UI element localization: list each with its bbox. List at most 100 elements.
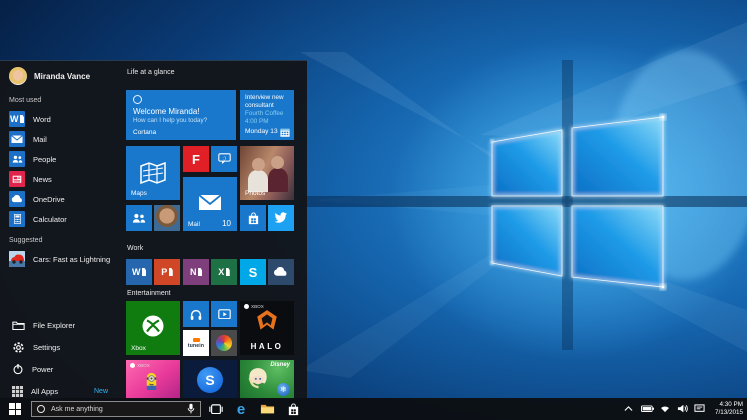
calendar-event: Interview new consultant xyxy=(245,94,289,110)
group-header-entertainment: Entertainment xyxy=(127,290,171,297)
user-name[interactable]: Miranda Vance xyxy=(34,72,90,81)
svg-text::): :) xyxy=(223,156,226,161)
calendar-location: Fourth Coffee xyxy=(245,110,289,118)
tile-shazam[interactable]: S xyxy=(183,360,237,399)
photo-person xyxy=(248,170,268,192)
start-button[interactable] xyxy=(0,398,30,420)
shazam-logo-icon: S xyxy=(197,367,223,393)
tile-onedrive[interactable] xyxy=(268,259,294,285)
battery-icon xyxy=(641,405,654,412)
people-icon xyxy=(132,213,146,224)
photo-face xyxy=(252,158,265,171)
most-used-item-onedrive[interactable]: OneDrive xyxy=(9,191,115,207)
tile-groove-music[interactable] xyxy=(183,301,209,327)
task-view-button[interactable] xyxy=(206,398,226,420)
most-used-item-news[interactable]: News xyxy=(9,171,115,187)
tile-store[interactable] xyxy=(240,205,266,231)
most-used-item-people[interactable]: People xyxy=(9,151,115,167)
settings-item[interactable]: Settings xyxy=(0,338,118,356)
taskbar-clock[interactable]: 4:30 PM 7/13/2015 xyxy=(703,401,743,417)
photo-face xyxy=(271,156,284,169)
tile-word[interactable]: W xyxy=(126,259,152,285)
minion-character xyxy=(142,370,161,395)
tile-contact-photo[interactable] xyxy=(154,205,180,231)
folder-icon xyxy=(12,320,25,330)
tile-maps[interactable]: Maps xyxy=(126,146,180,200)
edge-icon: e xyxy=(237,402,245,417)
folder-icon xyxy=(260,403,275,414)
microphone-icon[interactable] xyxy=(187,403,195,414)
calendar-time: 4:00 PM xyxy=(245,118,289,126)
tile-onenote[interactable]: N xyxy=(183,259,209,285)
tile-twitter[interactable] xyxy=(268,205,294,231)
tile-tunein[interactable]: tunein xyxy=(183,330,209,356)
user-avatar[interactable] xyxy=(9,67,27,85)
cloud-icon xyxy=(9,191,25,207)
battery-status[interactable] xyxy=(638,398,656,420)
tile-people[interactable] xyxy=(126,205,152,231)
wifi-icon xyxy=(660,405,670,413)
xbox-logo-icon xyxy=(130,363,135,368)
most-used-item-mail[interactable]: Mail xyxy=(9,131,115,147)
most-used-item-word[interactable]: W Word xyxy=(9,111,115,127)
play-video-icon xyxy=(218,309,231,320)
skype-icon: S xyxy=(249,266,258,279)
cortana-icon xyxy=(133,95,142,104)
store-bag-icon xyxy=(247,212,260,225)
clock-time: 4:30 PM xyxy=(703,401,743,409)
news-icon xyxy=(9,171,25,187)
edge-button[interactable]: e xyxy=(231,398,251,420)
most-used-item-calculator[interactable]: Calculator xyxy=(9,211,115,227)
map-icon xyxy=(140,162,166,184)
speaker-icon xyxy=(677,404,688,413)
mail-icon xyxy=(9,131,25,147)
twitter-bird-icon xyxy=(274,212,288,223)
headphones-icon xyxy=(189,308,203,320)
file-explorer-item[interactable]: File Explorer xyxy=(0,316,118,334)
halo-title: HALO xyxy=(240,342,294,351)
tile-mail[interactable]: Mail 10 xyxy=(183,177,237,231)
gear-icon xyxy=(12,341,25,354)
task-view-icon xyxy=(209,404,223,415)
tile-excel[interactable]: X xyxy=(211,259,237,285)
store-button[interactable] xyxy=(283,398,303,420)
network-status[interactable] xyxy=(657,398,673,420)
messaging-icon: :) xyxy=(218,153,231,164)
volume-status[interactable] xyxy=(674,398,690,420)
tile-frozen[interactable]: Disney ❄ xyxy=(240,360,294,399)
tile-cortana[interactable]: Welcome Miranda! How can I help you toda… xyxy=(126,90,236,140)
tile-minions-game[interactable]: XBOX xyxy=(126,360,180,399)
tile-skype[interactable]: S xyxy=(240,259,266,285)
file-explorer-button[interactable] xyxy=(257,398,277,420)
photo-person xyxy=(268,168,288,192)
onenote-icon: N xyxy=(190,268,197,277)
xbox-logo-icon xyxy=(244,304,249,309)
power-icon xyxy=(12,363,24,375)
flipboard-icon: F xyxy=(192,152,200,167)
suggested-item-cars[interactable]: Cars: Fast as Lightning xyxy=(9,251,115,267)
search-placeholder: Ask me anything xyxy=(51,406,181,413)
tile-calendar[interactable]: Interview new consultant Fourth Coffee 4… xyxy=(240,90,294,140)
most-used-header: Most used xyxy=(9,97,41,104)
power-item[interactable]: Power xyxy=(0,360,118,378)
tunein-logo-icon xyxy=(193,338,200,342)
tile-flipboard[interactable]: F xyxy=(183,146,209,172)
tile-movies-tv[interactable] xyxy=(211,301,237,327)
grid-icon xyxy=(12,386,23,397)
taskbar-search[interactable]: Ask me anything xyxy=(31,401,201,417)
clock-date: 7/13/2015 xyxy=(703,409,743,417)
powerpoint-icon: P xyxy=(161,268,167,277)
tile-xbox[interactable]: Xbox xyxy=(126,301,180,355)
tile-color-wheel[interactable] xyxy=(211,330,237,356)
taskbar: Ask me anything e 4:30 PM 7/13/2015 xyxy=(0,398,747,420)
people-icon xyxy=(9,151,25,167)
group-header-glance: Life at a glance xyxy=(127,69,174,76)
tile-powerpoint[interactable]: P xyxy=(154,259,180,285)
excel-icon: X xyxy=(218,268,224,277)
tile-messaging[interactable]: :) xyxy=(211,146,237,172)
tile-halo[interactable]: XBOX HALO xyxy=(240,301,294,355)
tray-expand-button[interactable] xyxy=(620,398,636,420)
disney-logo: Disney xyxy=(270,362,290,368)
windows-logo-icon xyxy=(9,403,21,415)
tile-photos[interactable]: Photos xyxy=(240,146,294,200)
